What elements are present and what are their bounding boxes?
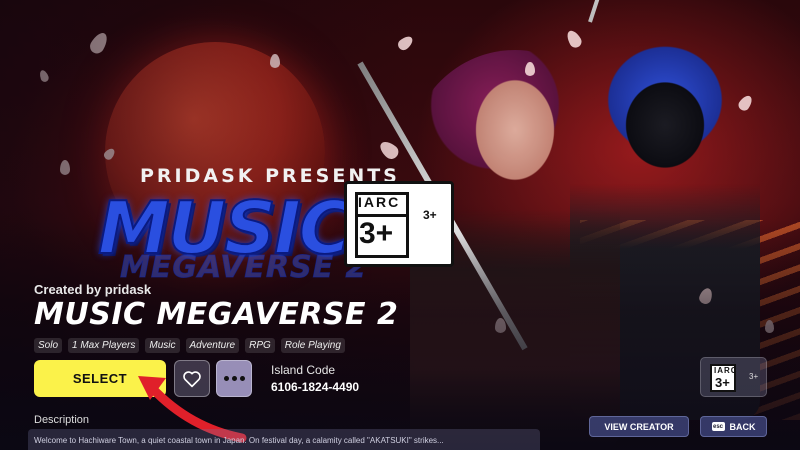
- description-text[interactable]: Welcome to Hachiware Town, a quiet coast…: [28, 429, 540, 450]
- tag: Adventure: [185, 338, 240, 353]
- island-code-value: 6106-1824-4490: [271, 380, 360, 394]
- rating-small-side: 3+: [749, 372, 759, 381]
- tag: Role Playing: [280, 338, 345, 353]
- back-label: BACK: [729, 421, 756, 432]
- island-code-label: Island Code: [271, 363, 336, 377]
- game-title: MUSIC MEGAVERSE 2: [34, 297, 399, 332]
- rating-system: IARC: [358, 194, 401, 210]
- rating-age-side: 3+: [423, 208, 437, 222]
- age-rating-small: IARC 3+ 3+: [700, 357, 767, 397]
- tag-list: Solo 1 Max Players Music Adventure RPG R…: [34, 338, 345, 353]
- rating-small-system: IARC: [714, 366, 738, 375]
- tag: 1 Max Players: [68, 338, 140, 353]
- ninja-sword: [588, 0, 660, 23]
- logo-subtitle: MEGAVERSE 2: [119, 250, 368, 286]
- rating-small-frame: IARC 3+: [710, 364, 738, 392]
- tag: Solo: [34, 338, 63, 353]
- age-rating-badge: IARC 3+ 3+: [344, 181, 454, 267]
- tag: Music: [145, 338, 180, 353]
- petal: [564, 28, 584, 50]
- rating-small-age: 3+: [715, 375, 730, 390]
- description-label: Description: [34, 414, 90, 426]
- escape-key-icon: esc: [711, 422, 725, 431]
- view-creator-label: VIEW CREATOR: [604, 421, 674, 432]
- tag: RPG: [245, 338, 275, 353]
- back-button[interactable]: esc BACK: [700, 416, 767, 437]
- created-by: Created by pridask: [34, 282, 152, 297]
- view-creator-button[interactable]: VIEW CREATOR: [589, 416, 689, 437]
- petal: [525, 62, 535, 76]
- rating-age: 3+: [359, 217, 394, 250]
